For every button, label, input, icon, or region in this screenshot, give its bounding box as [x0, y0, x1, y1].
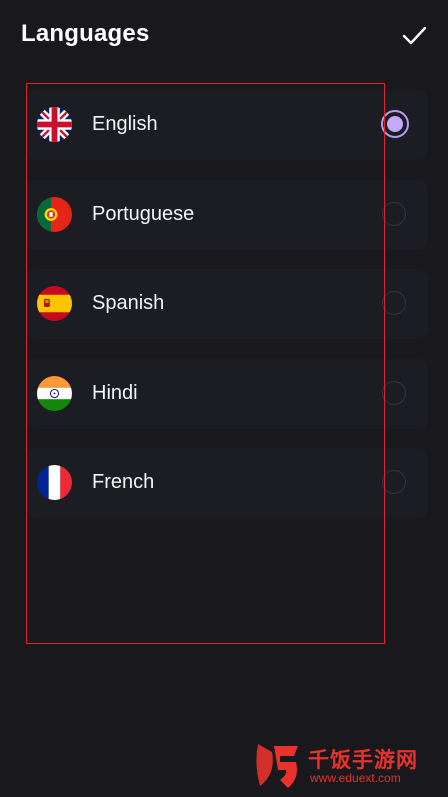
india-flag-icon — [37, 375, 72, 411]
language-label: English — [92, 113, 158, 135]
portugal-flag-icon — [37, 196, 72, 232]
done-checkmark-button[interactable] — [398, 22, 432, 50]
app-header: Languages — [0, 0, 448, 72]
language-label: French — [92, 471, 155, 493]
spain-flag-icon — [37, 286, 72, 321]
language-option-french[interactable]: French — [26, 448, 428, 518]
france-flag-icon — [37, 465, 72, 500]
language-option-spanish[interactable]: Spanish — [26, 269, 428, 339]
watermark-logo-icon — [250, 738, 304, 792]
watermark-url: www.eduext.com — [310, 771, 401, 785]
language-label: Portuguese — [92, 202, 195, 225]
radio-unselected[interactable] — [382, 201, 406, 226]
language-label: Spanish — [92, 292, 165, 314]
radio-unselected[interactable] — [382, 470, 406, 494]
language-list: English Portuguese Spanish Hindi French — [26, 90, 428, 538]
checkmark-icon — [402, 26, 427, 45]
radio-dot — [387, 116, 403, 132]
language-option-hindi[interactable]: Hindi — [26, 358, 428, 429]
radio-unselected[interactable] — [382, 380, 406, 405]
radio-selected[interactable] — [381, 110, 409, 138]
language-option-english[interactable]: English — [26, 90, 428, 160]
page-title: Languages — [21, 20, 150, 47]
language-label: Hindi — [92, 381, 138, 404]
language-option-portuguese[interactable]: Portuguese — [26, 179, 428, 250]
watermark-name: 千饭手游网 — [308, 749, 418, 772]
site-watermark: 千饭手游网 www.eduext.com — [250, 738, 440, 790]
uk-flag-icon — [37, 107, 72, 142]
radio-unselected[interactable] — [382, 291, 406, 315]
